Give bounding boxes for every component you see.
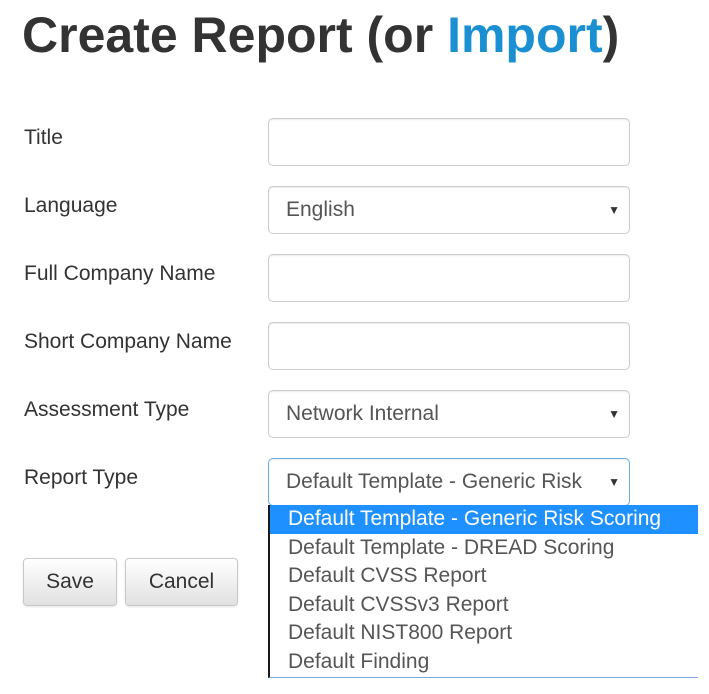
title-field[interactable] — [268, 118, 630, 166]
assessment-type-select[interactable]: Network Internal ▼ — [268, 390, 630, 438]
chevron-down-icon: ▼ — [608, 203, 620, 217]
assessment-type-selected-value: Network Internal — [286, 402, 439, 425]
report-type-option[interactable]: Default NIST800 Report — [270, 619, 698, 648]
assessment-type-label: Assessment Type — [24, 398, 190, 421]
report-type-select[interactable]: Default Template - Generic Risk Scoring … — [268, 458, 630, 506]
short-company-name-input[interactable] — [269, 323, 629, 369]
report-type-option[interactable]: Default Finding — [270, 648, 698, 677]
chevron-down-icon: ▼ — [608, 475, 620, 489]
report-type-option[interactable]: Default Template - DREAD Scoring — [270, 534, 698, 563]
report-type-option[interactable]: Default CVSSv3 Report — [270, 591, 698, 620]
report-type-selected-value: Default Template - Generic Risk Scoring — [286, 470, 589, 493]
title-label: Title — [24, 126, 63, 149]
language-select[interactable]: English ▼ — [268, 186, 630, 234]
language-label: Language — [24, 194, 118, 217]
page-title-suffix: ) — [602, 7, 620, 63]
import-link[interactable]: Import — [447, 7, 603, 63]
short-company-name-field[interactable] — [268, 322, 630, 370]
report-type-option[interactable]: Default Template - Generic Risk Scoring — [270, 505, 698, 534]
chevron-down-icon: ▼ — [608, 407, 620, 421]
full-company-name-field[interactable] — [268, 254, 630, 302]
language-selected-value: English — [286, 198, 355, 221]
report-type-option[interactable]: Default CVSS Report — [270, 562, 698, 591]
short-company-name-label: Short Company Name — [24, 330, 232, 353]
page-title: Create Report (or Import) — [22, 2, 619, 68]
save-button[interactable]: Save — [23, 558, 117, 606]
full-company-name-label: Full Company Name — [24, 262, 216, 285]
report-type-label: Report Type — [24, 466, 139, 489]
cancel-button[interactable]: Cancel — [125, 558, 238, 606]
page-title-prefix: Create Report (or — [22, 7, 448, 63]
full-company-name-input[interactable] — [269, 255, 629, 301]
title-input[interactable] — [269, 119, 629, 165]
report-type-dropdown-list: Default Template - Generic Risk Scoring … — [268, 505, 698, 678]
